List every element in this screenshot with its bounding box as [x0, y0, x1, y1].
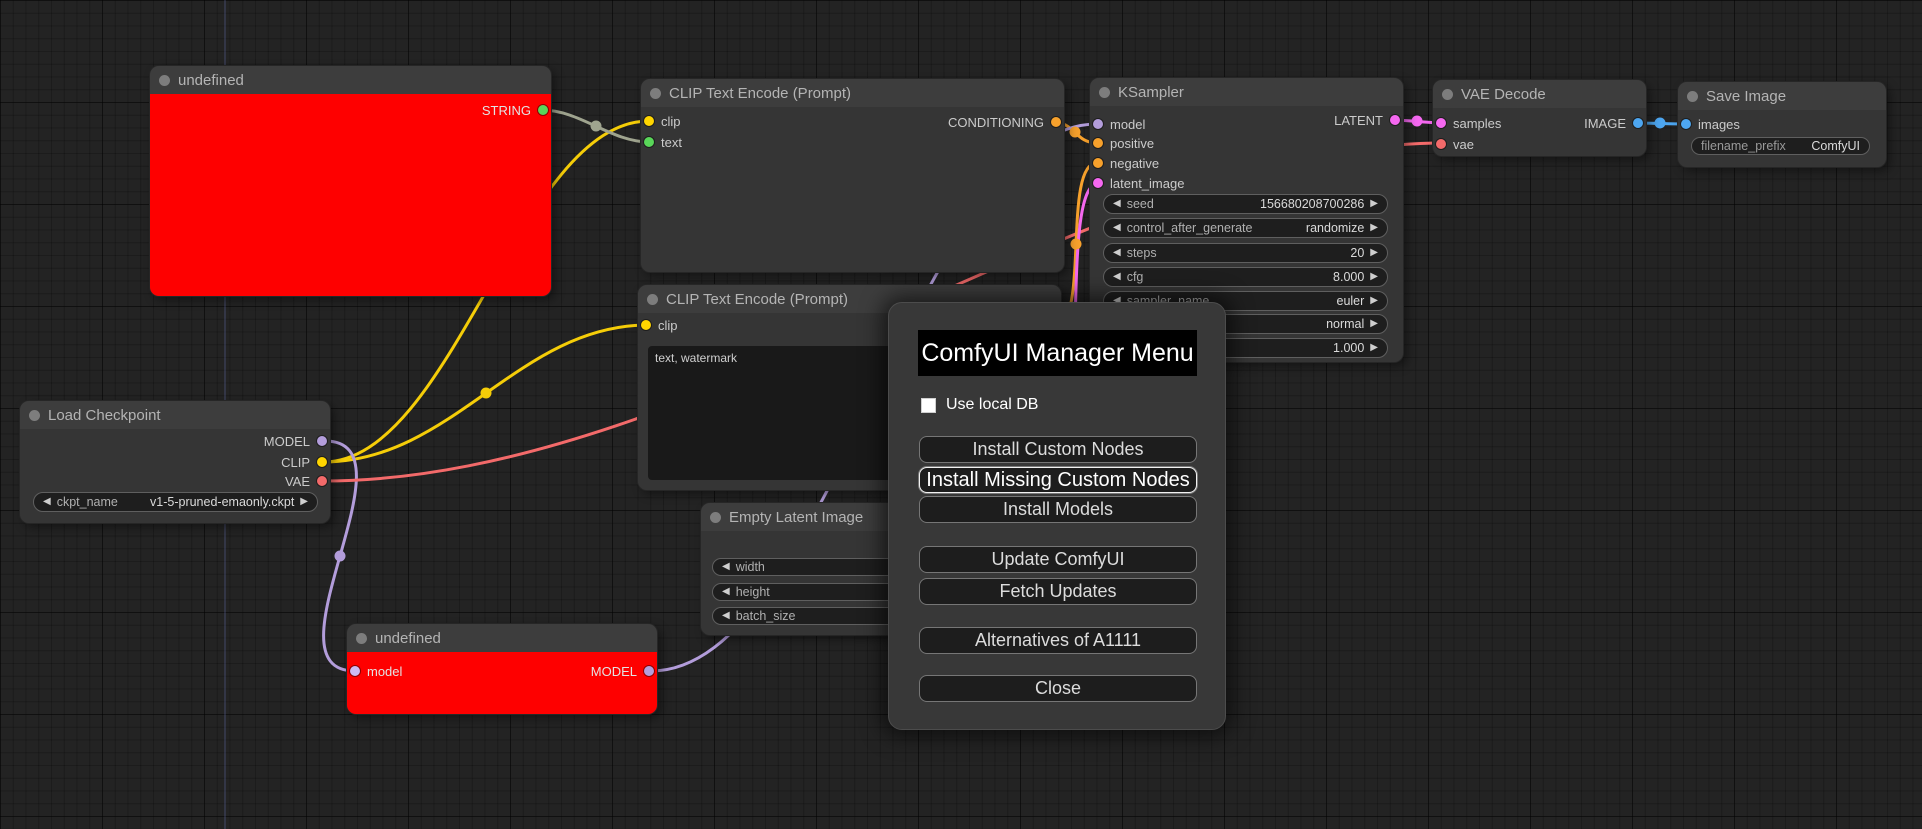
input-port-negative[interactable]: negative	[1093, 154, 1159, 172]
install-missing-custom-nodes-button[interactable]: Install Missing Custom Nodes	[919, 467, 1197, 493]
collapse-dot-icon[interactable]	[650, 87, 661, 99]
latent-port-dot[interactable]	[1390, 115, 1400, 125]
decrement-arrow-icon[interactable]: ◀	[722, 562, 730, 572]
string-port-dot[interactable]	[644, 137, 654, 147]
output-port-clip[interactable]: CLIP	[281, 453, 327, 471]
use-local-db-row: Use local DB	[921, 396, 1038, 414]
input-port-clip[interactable]: clip	[641, 316, 678, 334]
decrement-arrow-icon[interactable]: ◀	[722, 611, 730, 621]
output-port-vae[interactable]: VAE	[285, 472, 327, 490]
collapse-dot-icon[interactable]	[647, 293, 658, 305]
decrement-arrow-icon[interactable]: ◀	[1113, 248, 1121, 258]
comfyui-manager-menu-dialog: ComfyUI Manager Menu Use local DB Instal…	[888, 302, 1226, 730]
increment-arrow-icon[interactable]: ▶	[1370, 343, 1378, 353]
use-local-db-label: Use local DB	[946, 396, 1039, 413]
dialog-title: ComfyUI Manager Menu	[918, 330, 1197, 376]
node-title: VAE Decode	[1461, 85, 1546, 103]
collapse-dot-icon[interactable]	[1099, 86, 1110, 98]
update-comfyui-button[interactable]: Update ComfyUI	[919, 546, 1197, 573]
node-vae-decode[interactable]: VAE Decode samples vae IMAGE	[1433, 80, 1646, 156]
conditioning-port-dot[interactable]	[1093, 158, 1103, 168]
fetch-updates-button[interactable]: Fetch Updates	[919, 578, 1197, 605]
output-port-model[interactable]: MODEL	[591, 662, 654, 680]
clip-port-dot[interactable]	[644, 116, 654, 126]
decrement-arrow-icon[interactable]: ◀	[1113, 272, 1121, 282]
node-title: Load Checkpoint	[48, 406, 161, 424]
model-port-dot[interactable]	[1093, 119, 1103, 129]
output-port-string[interactable]: STRING	[482, 101, 548, 119]
decrement-arrow-icon[interactable]: ◀	[43, 497, 51, 507]
increment-arrow-icon[interactable]: ▶	[300, 497, 308, 507]
node-title: KSampler	[1118, 83, 1184, 101]
input-port-text[interactable]: text	[644, 133, 682, 151]
model-port-dot[interactable]	[350, 666, 360, 676]
increment-arrow-icon[interactable]: ▶	[1370, 296, 1378, 306]
conditioning-port-dot[interactable]	[1093, 138, 1103, 148]
node-canvas[interactable]: undefined STRING CLIP Text Encode (Promp…	[0, 0, 1922, 829]
widget-ckpt-name[interactable]: ◀ ckpt_name v1-5-pruned-emaonly.ckpt ▶	[33, 492, 318, 512]
vae-port-dot[interactable]	[317, 476, 327, 486]
node-load-checkpoint[interactable]: Load Checkpoint MODEL CLIP VAE ◀ ckpt_na…	[20, 401, 330, 523]
use-local-db-checkbox[interactable]	[921, 397, 936, 413]
collapse-dot-icon[interactable]	[29, 409, 40, 421]
increment-arrow-icon[interactable]: ▶	[1370, 223, 1378, 233]
model-port-dot[interactable]	[317, 436, 327, 446]
decrement-arrow-icon[interactable]: ◀	[1113, 223, 1121, 233]
string-port-dot[interactable]	[538, 105, 548, 115]
widget-control-after-generate[interactable]: ◀ control_after_generate randomize ▶	[1103, 218, 1388, 238]
conditioning-port-dot[interactable]	[1051, 117, 1061, 127]
node-undefined-top[interactable]: undefined STRING	[150, 66, 551, 296]
increment-arrow-icon[interactable]: ▶	[1370, 272, 1378, 282]
collapse-dot-icon[interactable]	[1442, 88, 1453, 100]
input-port-samples[interactable]: samples	[1436, 114, 1501, 132]
collapse-dot-icon[interactable]	[710, 511, 721, 523]
node-clip-text-encode-positive[interactable]: CLIP Text Encode (Prompt) clip text COND…	[641, 79, 1064, 272]
latent-port-dot[interactable]	[1436, 118, 1446, 128]
node-title: Empty Latent Image	[729, 508, 864, 526]
node-title: CLIP Text Encode (Prompt)	[669, 84, 852, 102]
input-port-clip[interactable]: clip	[644, 112, 681, 130]
node-title: Save Image	[1706, 87, 1787, 105]
image-port-dot[interactable]	[1633, 118, 1643, 128]
collapse-dot-icon[interactable]	[1687, 90, 1698, 102]
widget-filename-prefix[interactable]: filename_prefix ComfyUI	[1691, 137, 1870, 155]
input-port-images[interactable]: images	[1681, 115, 1740, 133]
input-port-vae[interactable]: vae	[1436, 135, 1474, 153]
collapse-dot-icon[interactable]	[159, 74, 170, 86]
node-title: CLIP Text Encode (Prompt)	[666, 290, 849, 308]
increment-arrow-icon[interactable]: ▶	[1370, 319, 1378, 329]
widget-cfg[interactable]: ◀ cfg 8.000 ▶	[1103, 267, 1388, 287]
vae-port-dot[interactable]	[1436, 139, 1446, 149]
input-port-model[interactable]: model	[350, 662, 402, 680]
widget-seed[interactable]: ◀ seed 156680208700286 ▶	[1103, 194, 1388, 214]
install-models-button[interactable]: Install Models	[919, 496, 1197, 523]
install-custom-nodes-button[interactable]: Install Custom Nodes	[919, 436, 1197, 463]
node-title: undefined	[178, 71, 244, 89]
input-port-model[interactable]: model	[1093, 115, 1145, 133]
latent-port-dot[interactable]	[1093, 178, 1103, 188]
widget-steps[interactable]: ◀ steps 20 ▶	[1103, 243, 1388, 263]
clip-port-dot[interactable]	[317, 457, 327, 467]
output-port-image[interactable]: IMAGE	[1584, 114, 1643, 132]
output-port-model[interactable]: MODEL	[264, 432, 327, 450]
decrement-arrow-icon[interactable]: ◀	[1113, 199, 1121, 209]
input-port-positive[interactable]: positive	[1093, 134, 1154, 152]
node-save-image[interactable]: Save Image images filename_prefix ComfyU…	[1678, 82, 1886, 167]
output-port-conditioning[interactable]: CONDITIONING	[948, 113, 1061, 131]
alternatives-of-a1111-button[interactable]: Alternatives of A1111	[919, 627, 1197, 654]
clip-port-dot[interactable]	[641, 320, 651, 330]
image-port-dot[interactable]	[1681, 119, 1691, 129]
node-undefined-bottom[interactable]: undefined model MODEL	[347, 624, 657, 714]
collapse-dot-icon[interactable]	[356, 632, 367, 644]
increment-arrow-icon[interactable]: ▶	[1370, 199, 1378, 209]
node-title: undefined	[375, 629, 441, 647]
input-port-latent-image[interactable]: latent_image	[1093, 174, 1184, 192]
model-port-dot[interactable]	[644, 666, 654, 676]
decrement-arrow-icon[interactable]: ◀	[722, 587, 730, 597]
increment-arrow-icon[interactable]: ▶	[1370, 248, 1378, 258]
output-port-latent[interactable]: LATENT	[1334, 111, 1400, 129]
close-button[interactable]: Close	[919, 675, 1197, 702]
